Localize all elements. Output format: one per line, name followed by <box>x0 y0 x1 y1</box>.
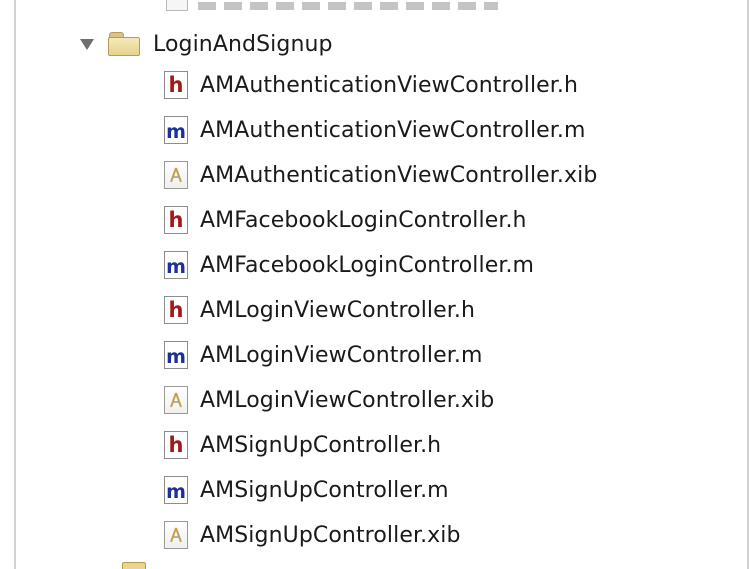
header-file-icon: h <box>164 71 188 99</box>
xib-file-icon <box>164 521 188 549</box>
xib-file-icon <box>164 161 188 189</box>
cut-off-file-row[interactable] <box>166 0 498 12</box>
file-row[interactable]: AMLoginViewController.xib <box>164 382 494 418</box>
cut-off-filename <box>198 2 498 10</box>
file-row[interactable]: h AMLoginViewController.h <box>164 292 475 328</box>
header-file-icon: h <box>164 206 188 234</box>
file-name: AMAuthenticationViewController.h <box>200 72 579 98</box>
file-row[interactable]: m AMAuthenticationViewController.m <box>164 112 586 148</box>
file-row[interactable]: m AMSignUpController.m <box>164 472 449 508</box>
header-file-icon: h <box>164 296 188 324</box>
disclosure-triangle-icon[interactable] <box>80 38 94 50</box>
xib-file-icon <box>164 386 188 414</box>
implementation-file-icon: m <box>164 251 188 279</box>
file-row[interactable]: m AMLoginViewController.m <box>164 337 483 373</box>
group-name: LoginAndSignup <box>153 31 333 57</box>
implementation-file-icon: m <box>164 341 188 369</box>
file-name: AMSignUpController.xib <box>200 522 461 548</box>
file-name: AMLoginViewController.xib <box>200 387 495 413</box>
file-name: AMSignUpController.h <box>200 432 442 458</box>
file-name: AMAuthenticationViewController.xib <box>200 162 598 188</box>
folder-icon <box>108 32 140 56</box>
cut-off-folder-icon <box>122 562 146 569</box>
group-row-login-and-signup[interactable]: LoginAndSignup <box>80 26 333 62</box>
file-name: AMAuthenticationViewController.m <box>200 117 586 143</box>
file-name: AMFacebookLoginController.m <box>200 252 535 278</box>
file-row[interactable]: h AMFacebookLoginController.h <box>164 202 527 238</box>
file-name: AMSignUpController.m <box>200 477 449 503</box>
file-name: AMLoginViewController.h <box>200 297 476 323</box>
implementation-file-icon: m <box>164 116 188 144</box>
file-row[interactable]: AMAuthenticationViewController.xib <box>164 157 597 193</box>
file-name: AMFacebookLoginController.h <box>200 207 527 233</box>
file-icon <box>166 0 188 11</box>
file-row[interactable]: m AMFacebookLoginController.m <box>164 247 534 283</box>
file-row[interactable]: AMSignUpController.xib <box>164 517 461 553</box>
file-row[interactable]: h AMSignUpController.h <box>164 427 441 463</box>
navigator-outline: LoginAndSignup h AMAuthenticationViewCon… <box>14 0 749 569</box>
implementation-file-icon: m <box>164 476 188 504</box>
project-navigator: LoginAndSignup h AMAuthenticationViewCon… <box>0 0 752 569</box>
file-row[interactable]: h AMAuthenticationViewController.h <box>164 67 578 103</box>
header-file-icon: h <box>164 431 188 459</box>
file-name: AMLoginViewController.m <box>200 342 483 368</box>
